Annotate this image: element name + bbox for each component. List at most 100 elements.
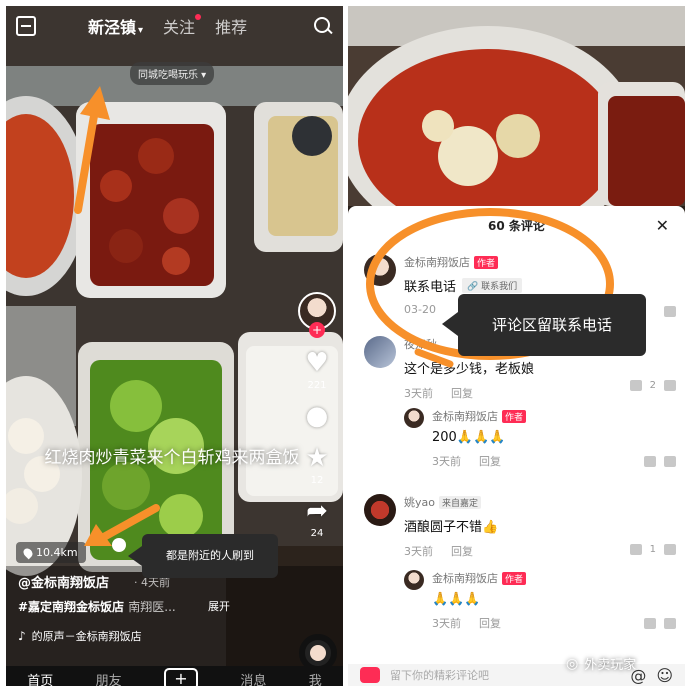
music-info[interactable]: ♪ 的原声－金标南翔饭店 bbox=[18, 628, 142, 644]
reply-button[interactable]: 回复 bbox=[451, 543, 473, 559]
like-count: 2 bbox=[649, 380, 656, 391]
comment-input[interactable]: 留下你的精彩评论吧 bbox=[390, 667, 489, 683]
feed-tabs: 新泾镇 ▾ 关注 推荐 bbox=[88, 14, 247, 38]
thumbs-down-icon[interactable] bbox=[629, 544, 642, 555]
tab-recommended[interactable]: 推荐 bbox=[215, 14, 247, 38]
location-pin-icon bbox=[21, 546, 35, 559]
comment-text: 酒酿圆子不错👍 bbox=[404, 520, 499, 535]
annotation-dot bbox=[112, 538, 126, 552]
comment-time: 3天前 bbox=[404, 387, 433, 400]
hashtag-more: 南翔医... bbox=[128, 600, 176, 614]
hashtags: #嘉定南翔金标饭店 南翔医... bbox=[18, 598, 176, 615]
annotation-bubble: 都是附近的人刷到 bbox=[128, 534, 278, 578]
favorite-count: 12 bbox=[310, 475, 324, 486]
contact-us-chip[interactable]: 🔗 联系我们 bbox=[462, 278, 523, 293]
comment-action[interactable]: ● bbox=[306, 401, 329, 433]
reply-button[interactable]: 回复 bbox=[479, 615, 501, 631]
comment-icon: ● bbox=[305, 401, 329, 431]
comment-time: 3天前 bbox=[432, 455, 461, 468]
distance-label: 10.4km bbox=[36, 546, 78, 559]
reply-item: 金标南翔饭店 作者 🙏🙏🙏 3天前 回复 bbox=[404, 570, 676, 630]
like-button[interactable]: 2 bbox=[629, 380, 676, 391]
comment-time: 3天前 bbox=[404, 545, 433, 558]
comment-author[interactable]: 金标南翔饭店 bbox=[432, 570, 498, 586]
create-button[interactable]: + bbox=[163, 668, 198, 686]
location-badge: 来自嘉定 bbox=[438, 495, 481, 509]
comment-time: 03-20 bbox=[404, 303, 436, 316]
reply-item: 金标南翔饭店 作者 200🙏🙏🙏 3天前 回复 bbox=[404, 408, 676, 468]
thumbs-down-icon[interactable] bbox=[644, 456, 656, 467]
avatar[interactable] bbox=[364, 254, 396, 286]
nav-friends[interactable]: 朋友 bbox=[96, 670, 122, 687]
thumbs-down-icon[interactable] bbox=[629, 380, 642, 391]
reply-button[interactable]: 回复 bbox=[479, 453, 501, 469]
share-count: 24 bbox=[310, 528, 324, 539]
city-filter-chip[interactable]: 同城吃喝玩乐 ▾ bbox=[130, 62, 215, 85]
watermark: ◎ 外卖玩家 bbox=[566, 654, 637, 674]
comment-text: 这个是多少钱，老板娘 bbox=[404, 362, 535, 377]
wechat-icon: ◎ bbox=[566, 655, 579, 672]
author-badge: 作者 bbox=[502, 571, 527, 585]
heart-icon: ♥ bbox=[305, 348, 329, 378]
comment-author[interactable]: 夜知秋 bbox=[404, 336, 437, 352]
nav-messages[interactable]: 消息 bbox=[240, 670, 266, 687]
expand-button[interactable]: 展开 bbox=[208, 598, 230, 614]
close-icon[interactable]: ✕ bbox=[656, 216, 669, 235]
nav-home[interactable]: 首页 bbox=[27, 670, 53, 687]
watermark-text: 外卖玩家 bbox=[584, 658, 637, 673]
author-name[interactable]: @金标南翔饭店 bbox=[18, 572, 109, 591]
comment-sheet: 60 条评论 ✕ 金标南翔饭店 作者 联系电话 🔗 联系我们 03-20 夜知秋 这… bbox=[348, 206, 685, 686]
thumbs-up-icon bbox=[664, 618, 676, 629]
like-button[interactable] bbox=[664, 306, 676, 317]
share-icon: ➦ bbox=[306, 496, 328, 526]
nav-me[interactable]: 我 bbox=[309, 670, 322, 687]
side-actions: + ♥ 221 ● ★ 12 ➦ 24 bbox=[297, 292, 337, 539]
comment-author[interactable]: 金标南翔饭店 bbox=[432, 408, 498, 424]
avatar[interactable] bbox=[404, 570, 424, 590]
thumbs-up-icon bbox=[664, 456, 676, 467]
comment-text: 联系电话 bbox=[404, 280, 457, 295]
comment-count-title: 60 条评论 bbox=[488, 218, 545, 233]
like-action[interactable]: ♥ 221 bbox=[305, 348, 328, 391]
bottom-nav: 首页 朋友 + 消息 我 bbox=[6, 666, 343, 686]
search-icon[interactable] bbox=[313, 16, 333, 36]
thumbs-down-icon[interactable] bbox=[644, 618, 656, 629]
hashtag[interactable]: #嘉定南翔金标饭店 bbox=[18, 600, 124, 614]
video-caption: 红烧肉炒青菜来个白斩鸡来两盒饭 bbox=[44, 448, 300, 468]
comment-author[interactable]: 金标南翔饭店 bbox=[404, 254, 470, 270]
reply-button[interactable]: 回复 bbox=[451, 385, 473, 401]
tab-following[interactable]: 关注 bbox=[163, 14, 202, 38]
chevron-down-icon: ▾ bbox=[138, 25, 144, 36]
avatar[interactable] bbox=[404, 408, 424, 428]
comment-item: 姚yao 来自嘉定 酒酿圆子不错👍 3天前 回复 1 bbox=[364, 494, 676, 558]
thumbs-up-icon bbox=[664, 380, 676, 391]
like-button[interactable] bbox=[644, 618, 676, 629]
comment-text: 200🙏🙏🙏 bbox=[432, 430, 506, 445]
tab-local[interactable]: 新泾镇 ▾ bbox=[88, 14, 143, 38]
location-chip[interactable]: 10.4km bbox=[16, 542, 86, 563]
avatar[interactable] bbox=[364, 494, 396, 526]
comment-time: 3天前 bbox=[432, 617, 461, 630]
comment-author[interactable]: 姚yao bbox=[404, 494, 435, 510]
like-count: 221 bbox=[307, 380, 327, 391]
like-button[interactable]: 1 bbox=[629, 544, 676, 555]
author-badge: 作者 bbox=[474, 255, 499, 269]
emoji-icon[interactable]: ☺ bbox=[656, 666, 673, 685]
follow-button[interactable]: + bbox=[309, 322, 325, 338]
comments-panel-right: 60 条评论 ✕ 金标南翔饭店 作者 联系电话 🔗 联系我们 03-20 夜知秋 这… bbox=[348, 6, 685, 686]
avatar[interactable] bbox=[364, 336, 396, 368]
camera-icon[interactable] bbox=[360, 667, 380, 683]
thumbs-up-icon bbox=[664, 544, 676, 555]
like-button[interactable] bbox=[644, 456, 676, 467]
music-title: 的原声－金标南翔饭店 bbox=[31, 630, 142, 643]
comment-sheet-header: 60 条评论 ✕ bbox=[348, 206, 685, 244]
video-panel-left: 新泾镇 ▾ 关注 推荐 同城吃喝玩乐 ▾ + ♥ 221 ● ★ 12 ➦ 24 … bbox=[6, 6, 343, 686]
thumbs-up-icon bbox=[664, 306, 676, 317]
notification-dot bbox=[195, 14, 202, 20]
author-badge: 作者 bbox=[502, 409, 527, 423]
scan-icon[interactable] bbox=[16, 16, 36, 36]
annotation-bubble: 评论区留联系电话 bbox=[442, 294, 646, 356]
share-action[interactable]: ➦ 24 bbox=[306, 496, 328, 539]
comment-text: 🙏🙏🙏 bbox=[432, 592, 481, 607]
music-note-icon: ♪ bbox=[18, 629, 26, 643]
